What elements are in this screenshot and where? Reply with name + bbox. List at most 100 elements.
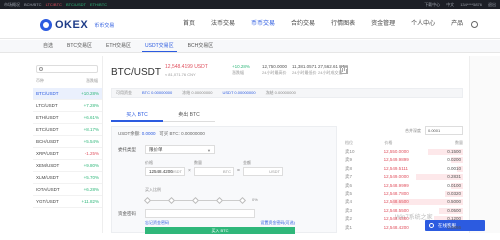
last-price-cny: ≈ 81,071.76 CNY bbox=[165, 72, 196, 77]
order-type-select[interactable]: 限价单 ▼ bbox=[145, 145, 215, 154]
set-password-link[interactable]: 设置资金密码(可选) bbox=[260, 220, 295, 226]
sidebar-header: 币种 涨跌幅 bbox=[36, 78, 98, 84]
ticker-item[interactable]: BTC/USDT bbox=[66, 0, 86, 9]
pair-row[interactable]: YGT/USDT +11.82% bbox=[33, 196, 102, 208]
order-book-price: 12,548.5500 bbox=[383, 207, 409, 213]
pair-change: +10.28% bbox=[81, 91, 99, 96]
tab-sell[interactable]: 卖出 BTC bbox=[163, 109, 215, 122]
ticker-item[interactable]: BCH/BTC bbox=[24, 0, 42, 9]
ticker-item[interactable]: ETH/BTC bbox=[90, 0, 107, 9]
pair-row[interactable]: XLM/USDT +5.70% bbox=[33, 172, 102, 184]
pair-title: BTC/USDT bbox=[111, 67, 161, 78]
order-book-row[interactable]: 卖3 12,548.5500 0.0500 bbox=[345, 207, 463, 215]
pair-row[interactable]: ETC/USDT +8.17% bbox=[33, 124, 102, 136]
order-book-qty: 0.5000 bbox=[447, 199, 462, 205]
nav-link[interactable]: 行情图表 bbox=[323, 9, 363, 39]
balance-line: USDT余额: 0.0000 可买 BTC: 0.00000000 bbox=[118, 131, 205, 137]
pair-row[interactable]: XRP/USDT -1.25% bbox=[33, 148, 102, 160]
pair-row[interactable]: ETH/USDT +6.61% bbox=[33, 112, 102, 124]
pair-symbol: YGT/USDT bbox=[36, 199, 59, 204]
depth-value: 0.0001 bbox=[428, 128, 441, 133]
chevron-down-icon: ▼ bbox=[207, 148, 211, 153]
subtab[interactable]: BCH交易区 bbox=[181, 40, 221, 52]
chart-icon[interactable] bbox=[340, 66, 348, 74]
ticker-link[interactable]: 中文 bbox=[446, 2, 454, 7]
pair-symbol: ETC/USDT bbox=[36, 127, 59, 132]
order-book-level: 卖1 bbox=[345, 224, 353, 230]
market-subtabs: 自选 BTC交易区 ETH交易区 USDT交易区 BCH交易区 bbox=[0, 40, 500, 53]
nav-link[interactable]: 首页 bbox=[175, 9, 203, 39]
pair-row[interactable]: BCH/USDT +5.54% bbox=[33, 136, 102, 148]
logo-subtitle: 币币交易 bbox=[94, 22, 115, 29]
nav-link[interactable]: 资金管理 bbox=[363, 9, 403, 39]
depth-select[interactable]: 0.0001 bbox=[425, 126, 463, 135]
tab-buy[interactable]: 买入 BTC bbox=[111, 109, 163, 122]
slider-stop-25[interactable] bbox=[167, 196, 176, 205]
order-book-qty: 0.0010 bbox=[447, 165, 462, 171]
account-bar-item: 冻结 0.00000000 bbox=[182, 90, 213, 95]
order-book-row[interactable]: 卖4 12,548.6500 0.5000 bbox=[345, 198, 463, 206]
order-book-qty: 0.0100 bbox=[447, 182, 462, 188]
buy-button[interactable]: 买入 BTC bbox=[145, 227, 295, 234]
right-rail bbox=[469, 56, 500, 233]
order-book-row[interactable]: 卖2 12,548.4300 0.1200 bbox=[345, 215, 463, 223]
logo[interactable]: OKEX 币币交易 bbox=[40, 18, 114, 32]
order-book-price: 12,548.4200 bbox=[383, 224, 409, 230]
quantity-label: 数量 bbox=[194, 160, 202, 165]
amount-label: 金额 bbox=[243, 160, 251, 165]
slider-stop-75[interactable] bbox=[215, 196, 224, 205]
order-book-price: 12,548.4300 bbox=[383, 216, 409, 222]
subtab[interactable]: 自选 bbox=[36, 40, 60, 52]
slider-stop-100[interactable] bbox=[238, 196, 247, 205]
ticker-link[interactable]: 退出 bbox=[488, 2, 496, 7]
forgot-password-link[interactable]: 忘记资金密码 bbox=[145, 220, 169, 226]
order-book-row[interactable]: 卖10 12,550.0000 0.1500 bbox=[345, 148, 463, 156]
slider-stop-50[interactable] bbox=[191, 196, 200, 205]
pair-search-input[interactable] bbox=[36, 65, 98, 73]
pair-row[interactable]: BTC/USDT +10.28% bbox=[33, 88, 102, 100]
stat-label: 24小时最低价 bbox=[292, 70, 317, 75]
subtab[interactable]: BTC交易区 bbox=[60, 40, 99, 52]
order-book-column-header: 档位 bbox=[345, 140, 353, 145]
nav-link[interactable]: 币币交易 bbox=[243, 9, 283, 39]
slider-stop-0[interactable] bbox=[143, 196, 152, 205]
subtab[interactable]: USDT交易区 bbox=[138, 40, 181, 52]
order-book-row[interactable]: 卖6 12,548.9999 0.0100 bbox=[345, 182, 463, 190]
ticker-link[interactable]: 下载中心 bbox=[424, 2, 440, 7]
order-book-row[interactable]: 卖7 12,549.0000 0.2831 bbox=[345, 173, 463, 181]
order-book-price: 12,549.5111 bbox=[383, 165, 409, 171]
order-book-row[interactable]: 卖8 12,549.5111 0.0010 bbox=[345, 165, 463, 173]
last-price-value: 12,548.4199 USDT bbox=[165, 64, 208, 70]
ticker-item[interactable]: LTC/BTC bbox=[46, 0, 62, 9]
pair-row[interactable]: XEM/USDT +9.80% bbox=[33, 160, 102, 172]
fund-password-input[interactable] bbox=[145, 209, 255, 218]
order-book-row[interactable]: 卖5 12,548.7800 0.0320 bbox=[345, 190, 463, 198]
quantity-input[interactable]: BTC bbox=[194, 167, 234, 176]
order-book-price: 12,549.0000 bbox=[383, 174, 409, 180]
nav-link[interactable]: 法币交易 bbox=[203, 9, 243, 39]
buy-ratio-label: 买入比例 bbox=[145, 187, 161, 192]
logo-text: OKEX bbox=[55, 19, 89, 31]
balance-label: USDT余额: bbox=[118, 131, 142, 136]
order-book-row[interactable]: 卖1 12,548.4200 0.0866 bbox=[345, 224, 463, 232]
nav-link[interactable]: 个人中心 bbox=[403, 9, 443, 39]
pair-row[interactable]: LTC/USDT +7.28% bbox=[33, 100, 102, 112]
order-book-qty: 0.0866 bbox=[447, 224, 462, 230]
pair-row[interactable]: IOTA/USDT +6.28% bbox=[33, 184, 102, 196]
order-book-level: 卖7 bbox=[345, 174, 353, 180]
pair-change: +8.17% bbox=[83, 127, 99, 132]
order-book-level: 卖4 bbox=[345, 199, 353, 205]
subtab[interactable]: ETH交易区 bbox=[99, 40, 138, 52]
pair-symbol: BCH/USDT bbox=[36, 139, 60, 144]
price-input[interactable]: 12548.4200 USDT bbox=[145, 167, 185, 176]
buy-ratio-slider[interactable] bbox=[143, 196, 247, 205]
ticker-link[interactable]: 134****5876 bbox=[460, 2, 482, 7]
order-book: 合并深度 0.0001 档位 价格 数量 卖10 12,550.0000 0.1500 卖… bbox=[345, 126, 463, 233]
order-book-row[interactable]: 卖9 12,549.9899 0.0200 bbox=[345, 156, 463, 164]
nav-link[interactable]: 合约交易 bbox=[283, 9, 323, 39]
amount-input[interactable]: USDT bbox=[243, 167, 283, 176]
sidebar-head-change: 涨跌幅 bbox=[86, 78, 98, 83]
ticker-item[interactable]: 市场概况 bbox=[4, 0, 20, 9]
user-icon[interactable] bbox=[471, 20, 478, 28]
pair-change: +5.70% bbox=[83, 175, 99, 180]
